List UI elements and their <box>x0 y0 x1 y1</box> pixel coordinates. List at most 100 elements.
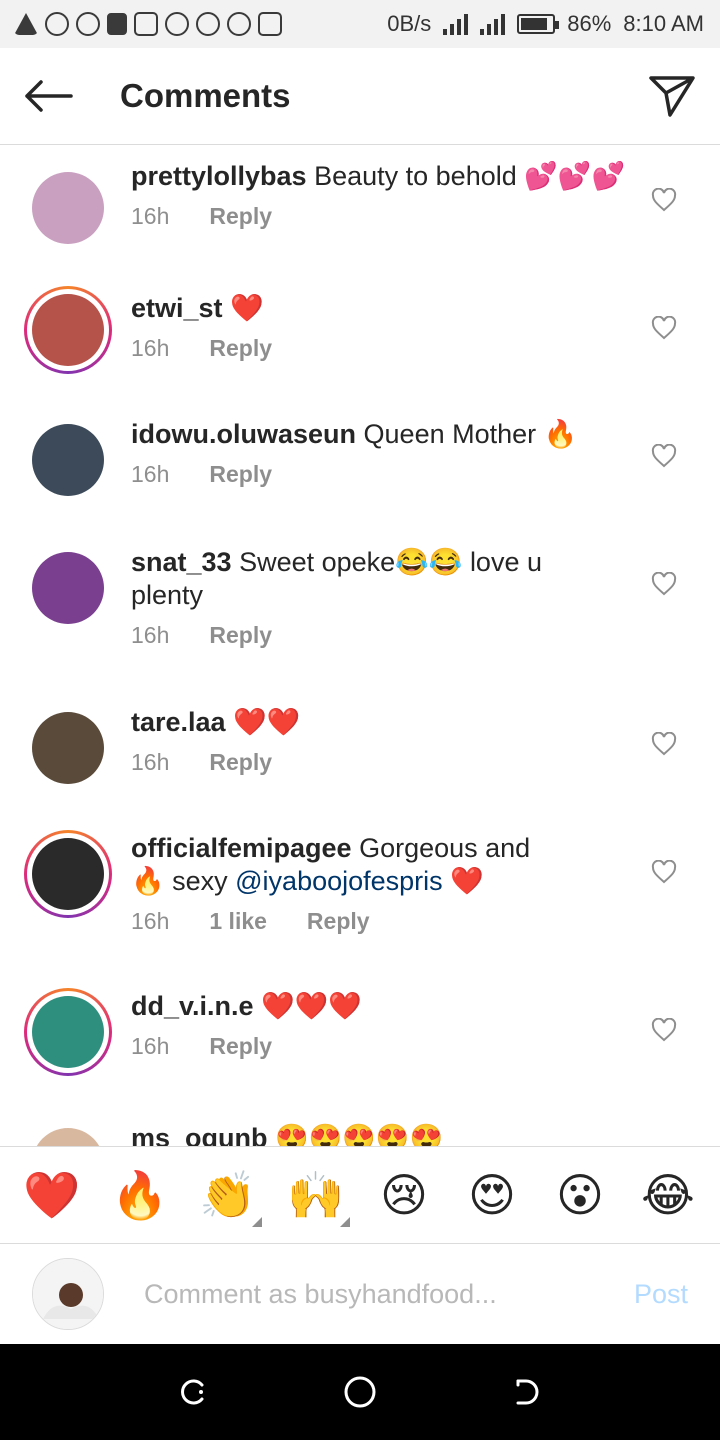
comment-time: 16h <box>131 203 170 229</box>
comment-text: Beauty to behold 💕💕💕 <box>314 161 626 191</box>
comment-username[interactable]: idowu.oluwaseun <box>131 419 356 449</box>
emoji-red-heart[interactable]: ❤️ <box>12 1155 92 1235</box>
comment-username[interactable]: dd_v.i.n.e <box>131 991 254 1021</box>
notification-icons <box>14 12 282 36</box>
network-speed: 0B/s <box>387 11 432 36</box>
comment-username[interactable]: etwi_st <box>131 293 223 323</box>
share-button[interactable] <box>624 48 720 145</box>
emoji-clapping-hands[interactable]: 👏 <box>188 1155 268 1235</box>
back-nav-button[interactable] <box>497 1362 557 1422</box>
comment-text: ❤️❤️ <box>233 707 301 737</box>
status-bar: 0B/s 86% 8:10 AM <box>0 0 720 48</box>
comment-time: 16h <box>131 1033 170 1059</box>
page-title: Comments <box>120 77 291 114</box>
post-button[interactable]: Post <box>634 1279 688 1310</box>
like-button[interactable] <box>648 312 680 344</box>
skin-tone-indicator-icon <box>252 1217 262 1227</box>
reply-button[interactable]: Reply <box>307 908 370 935</box>
quick-reaction-bar: ❤️ 🔥 👏 🙌 😢 😍 😮 😂 <box>0 1146 720 1244</box>
reply-button[interactable]: Reply <box>209 1033 272 1060</box>
emoji-surprised-face[interactable]: 😮 <box>540 1155 620 1235</box>
reply-button[interactable]: Reply <box>209 749 272 776</box>
heart-outline-icon <box>651 572 677 596</box>
comment-text-end: ❤️ <box>442 866 484 896</box>
back-nav-icon <box>516 1379 539 1405</box>
comment-username[interactable]: ms_ogunb <box>131 1123 268 1146</box>
comment-composer: Post <box>0 1245 720 1343</box>
comment-time: 16h <box>131 335 170 361</box>
recent-apps-icon <box>181 1379 204 1405</box>
home-button[interactable] <box>330 1362 390 1422</box>
back-arrow-icon <box>25 80 73 112</box>
signal-icon-2 <box>480 13 506 35</box>
mention-link[interactable]: @iyaboojofespris <box>235 866 443 896</box>
paper-plane-icon <box>649 76 695 117</box>
comment-username[interactable]: officialfemipagee <box>131 833 352 863</box>
comment-item: etwi_st ❤️ 16h Reply <box>0 286 631 374</box>
recent-apps-button[interactable] <box>163 1362 223 1422</box>
emoji-heart-eyes[interactable]: 😍 <box>452 1155 532 1235</box>
avatar[interactable] <box>32 294 104 366</box>
like-button[interactable] <box>648 184 680 216</box>
heart-outline-icon <box>651 1018 677 1042</box>
heart-outline-icon <box>651 860 677 884</box>
heart-outline-icon <box>651 316 677 340</box>
avatar[interactable] <box>32 838 104 910</box>
emoji-crying-face[interactable]: 😢 <box>364 1155 444 1235</box>
like-button[interactable] <box>648 728 680 760</box>
avatar[interactable] <box>32 172 104 244</box>
reply-button[interactable]: Reply <box>209 203 272 230</box>
comment-item: snat_33 Sweet opeke😂😂 love u plenty 16h R… <box>0 544 631 649</box>
back-button[interactable] <box>0 48 96 145</box>
like-button[interactable] <box>648 856 680 888</box>
comment-text: ❤️❤️❤️ <box>261 991 362 1021</box>
signal-icon <box>443 13 469 35</box>
emoji-raising-hands[interactable]: 🙌 <box>276 1155 356 1235</box>
comment-item: prettylollybas Beauty to behold 💕💕💕 16h R… <box>0 161 631 252</box>
emoji-glyph: 🙌 <box>287 1167 345 1222</box>
heart-outline-icon <box>651 188 677 212</box>
gallery-icon <box>134 12 158 36</box>
comment-list: prettylollybas Beauty to behold 💕💕💕 16h R… <box>0 146 720 1146</box>
heart-outline-icon <box>651 732 677 756</box>
battery-percent: 86% <box>567 11 612 36</box>
reply-button[interactable]: Reply <box>209 461 272 488</box>
like-button[interactable] <box>648 568 680 600</box>
whatsapp-icon <box>45 12 69 36</box>
cloud-upload-icon <box>165 12 189 36</box>
comment-time: 16h <box>131 749 170 775</box>
app-icon <box>76 12 100 36</box>
avatar[interactable] <box>32 1128 104 1146</box>
user-photo-icon <box>33 1259 103 1329</box>
comment-item: ms_ogunb 😍😍😍😍😍 <box>0 1120 631 1146</box>
home-circle-icon <box>344 1376 376 1408</box>
comment-username[interactable]: tare.laa <box>131 707 226 737</box>
avatar[interactable] <box>32 996 104 1068</box>
reply-button[interactable]: Reply <box>209 335 272 362</box>
clock: 8:10 AM <box>623 11 704 36</box>
avatar[interactable] <box>32 712 104 784</box>
comment-text: Queen Mother 🔥 <box>363 419 578 449</box>
comment-input[interactable] <box>144 1278 584 1310</box>
like-count[interactable]: 1 like <box>209 908 267 935</box>
like-button[interactable] <box>648 1014 680 1046</box>
comment-text: 😍😍😍😍😍 <box>275 1123 444 1146</box>
lock-icon <box>107 13 127 35</box>
comment-item: officialfemipagee Gorgeous and 🔥 sexy @i… <box>0 830 631 935</box>
comment-time: 16h <box>131 461 170 487</box>
comment-item: dd_v.i.n.e ❤️❤️❤️ 16h Reply <box>0 988 631 1076</box>
heart-outline-icon <box>651 444 677 468</box>
emoji-fire[interactable]: 🔥 <box>100 1155 180 1235</box>
battery-icon <box>517 14 560 34</box>
emoji-glyph: 👏 <box>199 1167 257 1222</box>
reply-button[interactable]: Reply <box>209 622 272 649</box>
activity-icon <box>258 12 282 36</box>
avatar[interactable] <box>32 424 104 496</box>
avatar[interactable] <box>32 552 104 624</box>
comment-username[interactable]: prettylollybas <box>131 161 307 191</box>
like-button[interactable] <box>648 440 680 472</box>
current-user-avatar <box>32 1258 104 1330</box>
emoji-tears-of-joy[interactable]: 😂 <box>628 1155 708 1235</box>
comment-username[interactable]: snat_33 <box>131 547 232 577</box>
comment-item: tare.laa ❤️❤️ 16h Reply <box>0 704 631 792</box>
